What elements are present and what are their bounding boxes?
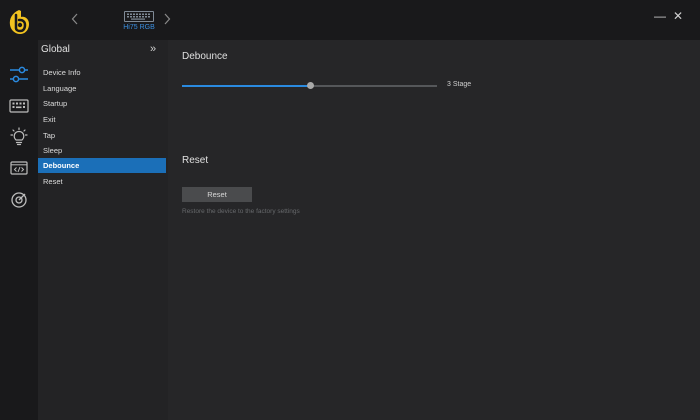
debounce-slider-fill xyxy=(182,85,310,87)
debounce-slider[interactable] xyxy=(182,82,437,89)
minimize-button[interactable]: — xyxy=(652,8,668,24)
debounce-title: Debounce xyxy=(182,51,228,62)
menu-item-reset[interactable]: Reset xyxy=(38,174,166,189)
lightbulb-icon[interactable] xyxy=(7,127,31,147)
menu-title: Global xyxy=(41,44,70,55)
code-window-icon[interactable] xyxy=(7,158,31,178)
reset-button[interactable]: Reset xyxy=(182,187,252,202)
menu-item-device-info[interactable]: Device Info xyxy=(38,65,166,80)
collapse-menu-icon[interactable]: » xyxy=(150,43,156,55)
brand-logo-icon xyxy=(9,10,29,34)
icon-rail xyxy=(0,0,38,420)
chevron-right-icon[interactable] xyxy=(124,12,134,26)
content-panel: Debounce 3 Stage Reset Reset Restore the… xyxy=(168,40,700,420)
menu-item-exit[interactable]: Exit xyxy=(38,112,166,127)
target-icon[interactable] xyxy=(7,190,31,210)
menu-item-language[interactable]: Language xyxy=(38,81,166,96)
menu-item-sleep[interactable]: Sleep xyxy=(38,143,166,158)
keyboard-icon[interactable] xyxy=(7,96,31,116)
debounce-value: 3 Stage xyxy=(447,81,472,88)
chevron-right-icon[interactable] xyxy=(162,12,172,26)
menu-item-tap[interactable]: Tap xyxy=(38,128,166,143)
title-bar: Hi75 RGB — ✕ xyxy=(38,0,700,40)
debounce-slider-thumb[interactable] xyxy=(306,82,314,89)
reset-title: Reset xyxy=(182,155,209,166)
chevron-left-icon[interactable] xyxy=(70,12,80,26)
sliders-icon[interactable] xyxy=(7,65,31,85)
menu-item-debounce[interactable]: Debounce xyxy=(38,158,166,173)
close-button[interactable]: ✕ xyxy=(670,8,686,24)
settings-menu: Global » Device Info Language Startup Ex… xyxy=(38,40,168,420)
reset-hint: Restore the device to the factory settin… xyxy=(182,208,300,215)
menu-item-startup[interactable]: Startup xyxy=(38,96,166,111)
